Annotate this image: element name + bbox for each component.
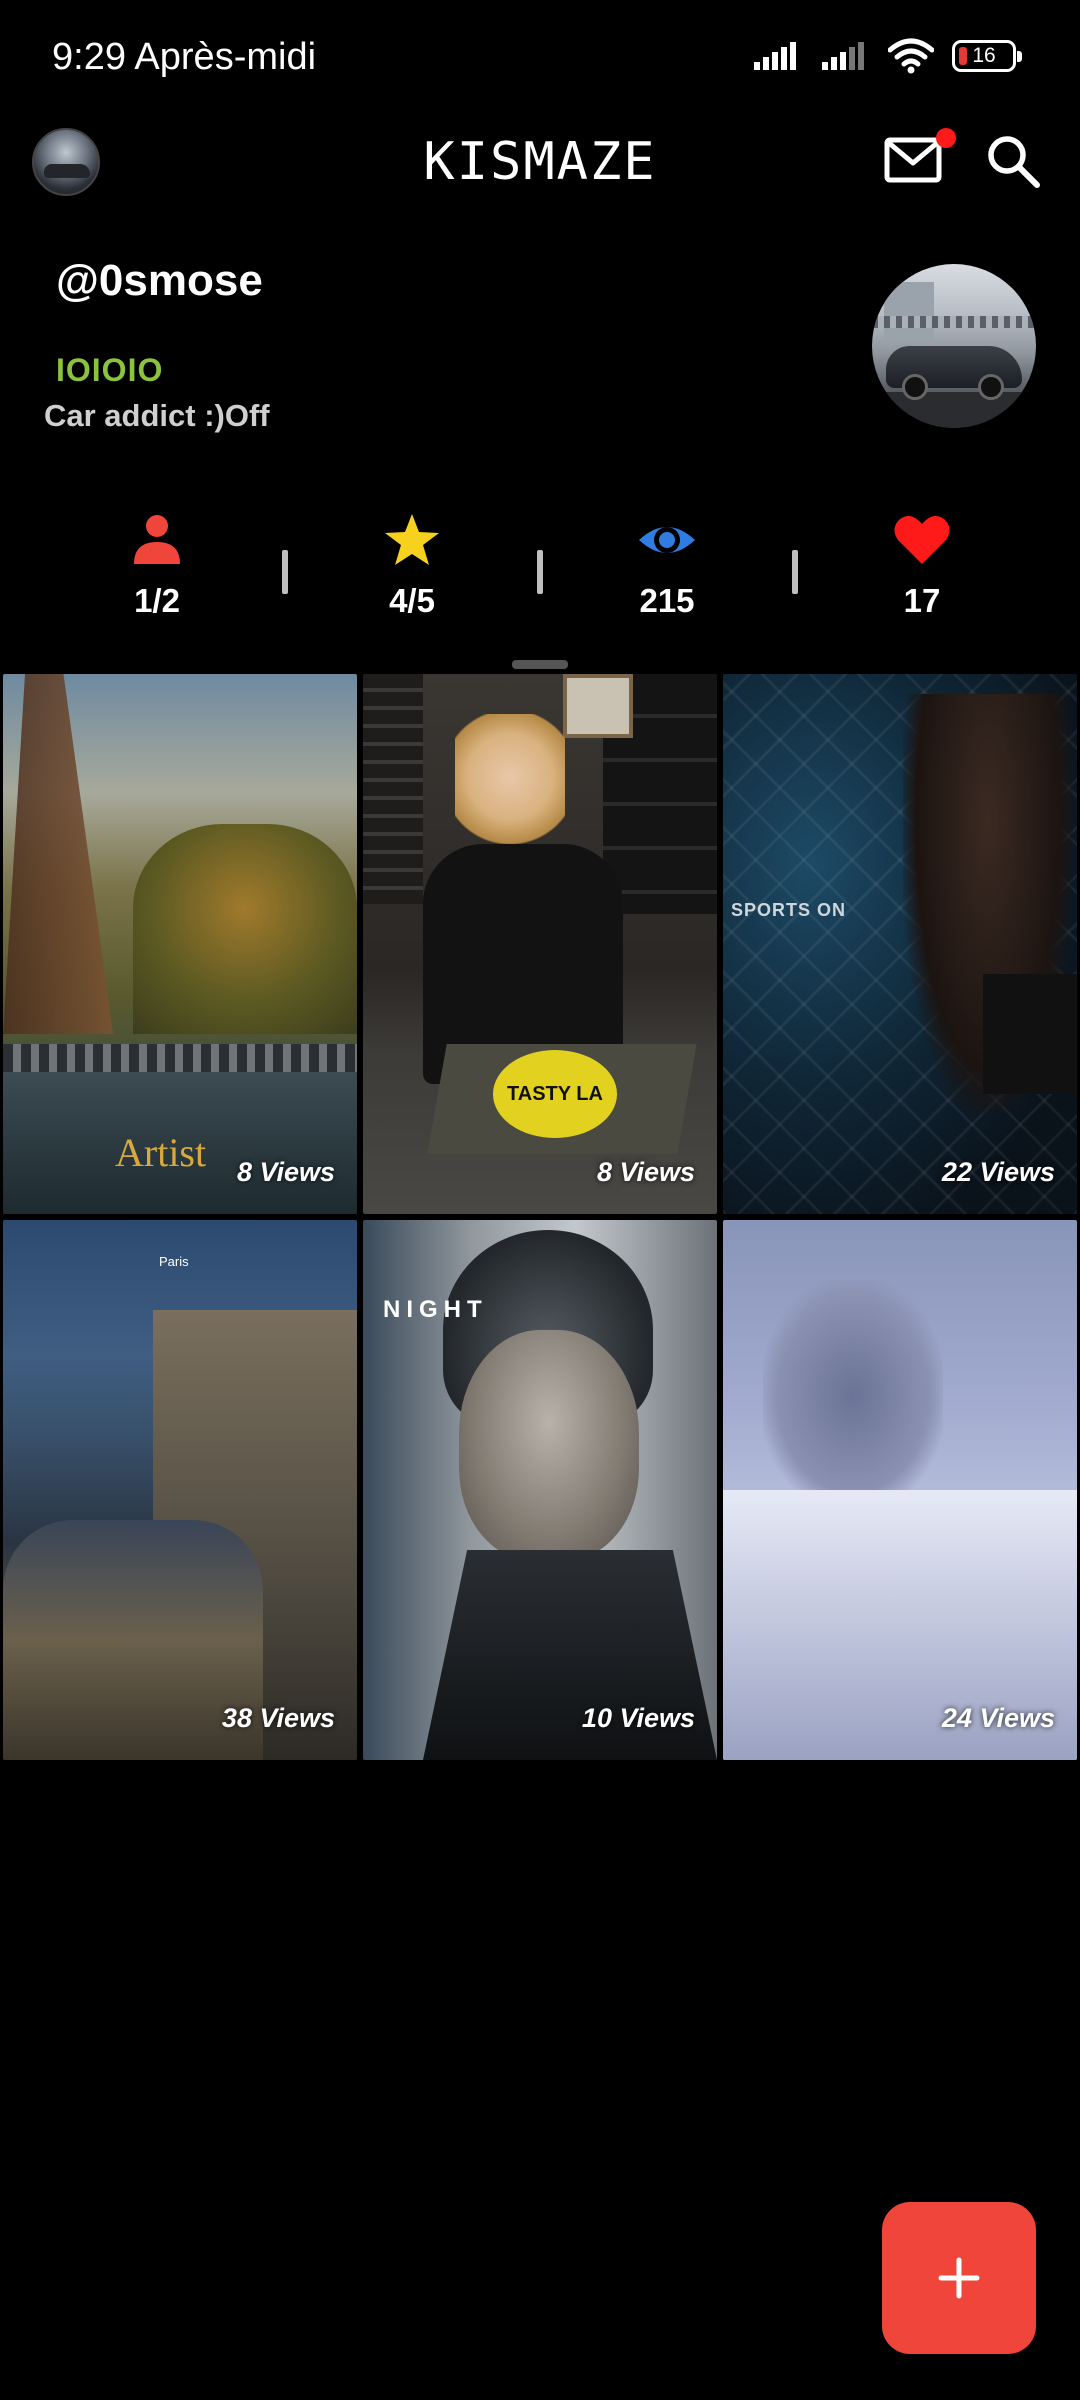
view-count: 10 Views bbox=[581, 1703, 695, 1733]
plus-icon bbox=[938, 2257, 980, 2299]
video-thumbnail[interactable]: NIGHT 10 Views bbox=[363, 1220, 717, 1760]
stat-views[interactable]: 215 bbox=[597, 512, 737, 620]
view-count: 8 Views bbox=[236, 1157, 335, 1187]
stat-value: 4/5 bbox=[389, 582, 435, 619]
profile-code: IOIOIO bbox=[56, 352, 164, 388]
view-count: 8 Views bbox=[596, 1157, 695, 1187]
video-thumbnail[interactable]: SPORTS ON 22 Views bbox=[723, 674, 1077, 1214]
star-icon bbox=[385, 514, 439, 565]
signal-icon bbox=[754, 42, 796, 70]
status-icons: 16 bbox=[752, 38, 1022, 74]
battery-level: 16 bbox=[972, 44, 996, 67]
stat-value: 1/2 bbox=[134, 582, 180, 619]
status-time: 9:29 Après-midi bbox=[52, 36, 317, 78]
stat-rating[interactable]: 4/5 bbox=[342, 512, 482, 620]
search-icon bbox=[988, 136, 1040, 188]
profile-photo[interactable] bbox=[872, 264, 1036, 428]
eye-icon bbox=[639, 527, 695, 553]
battery-icon: 16 bbox=[952, 40, 1022, 72]
view-count: 24 Views bbox=[941, 1703, 1055, 1733]
view-count: 38 Views bbox=[221, 1703, 335, 1733]
heart-icon bbox=[894, 515, 950, 564]
signal-icon bbox=[822, 42, 864, 70]
video-thumbnail[interactable]: TASTY LA 8 Views bbox=[363, 674, 717, 1214]
search-button[interactable] bbox=[984, 132, 1044, 192]
stat-value: 17 bbox=[903, 582, 941, 619]
stat-followers[interactable]: 1/2 bbox=[87, 512, 227, 620]
overlay-text: Artist bbox=[115, 1130, 207, 1175]
view-count: 22 Views bbox=[941, 1157, 1055, 1187]
overlay-text: Paris bbox=[159, 1254, 189, 1269]
video-thumbnail[interactable]: 24 Views bbox=[723, 1220, 1077, 1760]
stat-divider bbox=[282, 550, 288, 594]
overlay-text: TASTY LA bbox=[493, 1050, 617, 1138]
messages-button[interactable] bbox=[884, 128, 956, 186]
add-video-button[interactable] bbox=[882, 2202, 1036, 2354]
video-thumbnail[interactable]: Artist 8 Views bbox=[3, 674, 357, 1214]
status-bar: 9:29 Après-midi 16 bbox=[0, 0, 1080, 120]
video-thumbnail[interactable]: Paris 38 Views bbox=[3, 1220, 357, 1760]
mail-icon bbox=[884, 137, 942, 183]
stat-divider bbox=[537, 550, 543, 594]
stat-likes[interactable]: 17 bbox=[852, 512, 992, 620]
profile-bio: Car addict :)Off bbox=[44, 398, 270, 433]
stat-value: 215 bbox=[639, 582, 695, 619]
overlay-text: NIGHT bbox=[383, 1296, 488, 1323]
notification-dot bbox=[936, 128, 956, 148]
profile-stats: 1/2 4/5 215 17 bbox=[0, 512, 1080, 632]
overlay-text: SPORTS ON bbox=[731, 900, 847, 920]
drag-handle[interactable] bbox=[512, 660, 568, 669]
username: @0smose bbox=[56, 256, 263, 305]
stat-divider bbox=[792, 550, 798, 594]
wifi-icon bbox=[888, 38, 934, 74]
person-icon bbox=[134, 515, 180, 564]
app-header: KISMAZE bbox=[0, 122, 1080, 206]
